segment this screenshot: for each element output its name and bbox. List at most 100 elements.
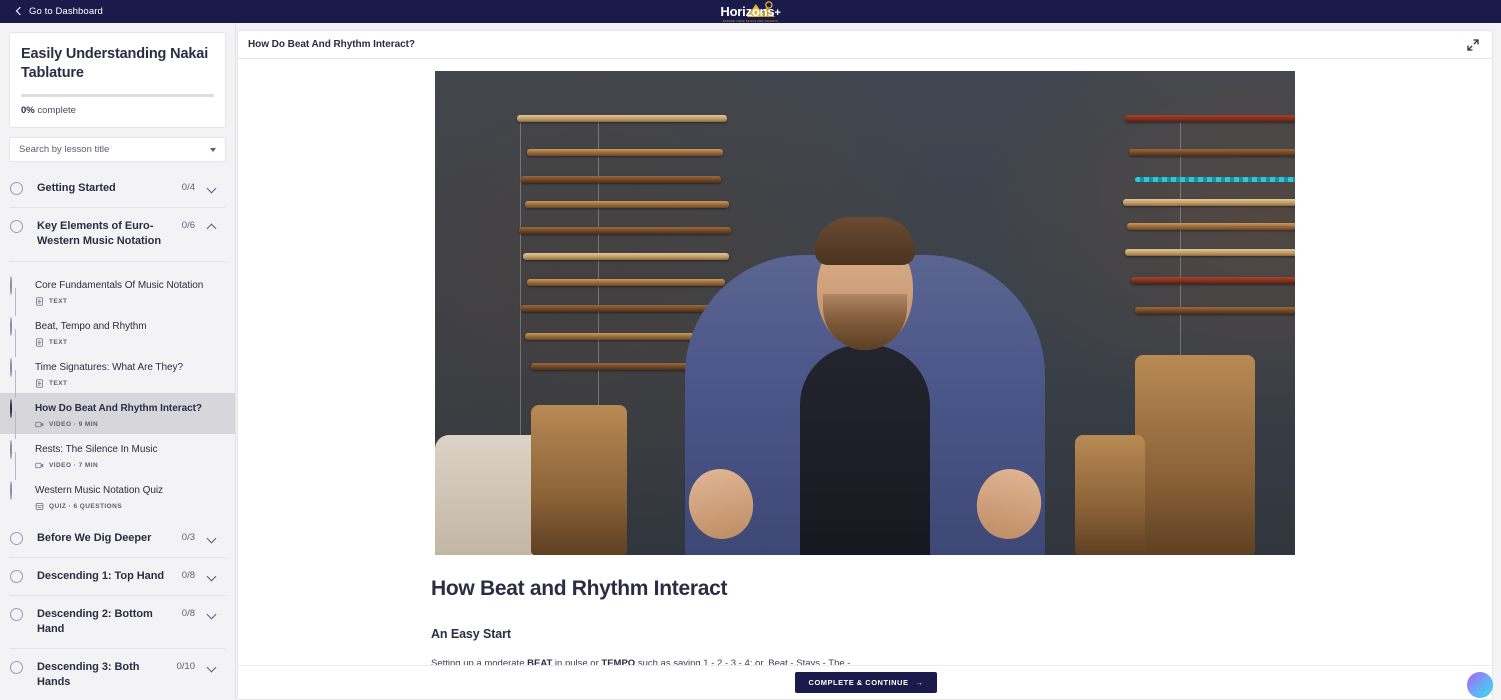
progress-percent: 0%: [21, 105, 35, 117]
flute: [527, 149, 723, 156]
complete-and-continue-button[interactable]: COMPLETE & CONTINUE →: [794, 672, 938, 693]
lesson-status-circle: [10, 398, 12, 418]
lesson-list-1: Core Fundamentals Of Music Notation TEXT B…: [0, 262, 235, 520]
go-to-dashboard-link[interactable]: Go to Dashboard: [14, 6, 103, 17]
chevron-left-icon: [14, 7, 23, 16]
lesson-item[interactable]: Western Music Notation Quiz QUIZ · 6 QUES…: [0, 475, 235, 516]
section-header-1[interactable]: Key Elements of Euro-Western Music Notat…: [9, 208, 226, 262]
lesson-header-bar: How Do Beat And Rhythm Interact?: [238, 31, 1492, 59]
lesson-status-circle: [10, 357, 12, 377]
chevron-up-icon[interactable]: [207, 221, 217, 231]
section-progress-circle: [10, 661, 23, 675]
flute: [1125, 115, 1295, 122]
course-progress-card: Easily Understanding Nakai Tablature 0% …: [9, 32, 226, 129]
chevron-down-icon[interactable]: [207, 571, 217, 581]
text-document-icon: [35, 378, 44, 388]
section-count: 0/10: [176, 661, 196, 673]
section-list: Getting Started 0/4 Key Elements of Euro-W…: [0, 170, 235, 700]
flute: [525, 201, 729, 208]
lesson-bullet: [10, 357, 21, 398]
course-sidebar: Easily Understanding Nakai Tablature 0% …: [0, 23, 236, 700]
lesson-item[interactable]: Time Signatures: What Are They? TEXT: [0, 352, 235, 398]
brand-logo[interactable]: Horizons+ EXPAND YOUR SKILLS AND TALENTS: [720, 0, 781, 23]
lesson-status-circle: [10, 275, 12, 295]
beaded-strand: [1135, 177, 1295, 182]
lesson-bullet: [10, 439, 21, 480]
lesson-status-circle: [10, 316, 12, 336]
section-header-2[interactable]: Before We Dig Deeper 0/3: [9, 520, 226, 558]
lesson-body: Western Music Notation Quiz QUIZ · 6 QUES…: [35, 480, 163, 511]
lesson-meta: TEXT: [35, 378, 183, 388]
lesson-bullet: [10, 398, 21, 439]
section-header-5[interactable]: Descending 3: Both Hands 0/10: [9, 649, 226, 700]
search-input[interactable]: Search by lesson title: [9, 137, 226, 163]
section-title: Getting Started: [37, 182, 116, 195]
section-count: 0/6: [181, 220, 195, 232]
progress-label: 0% complete: [21, 105, 214, 116]
flute: [521, 176, 721, 183]
lesson-meta: QUIZ · 6 QUESTIONS: [35, 502, 163, 511]
lesson-meta-text: TEXT: [49, 297, 68, 305]
lesson-connector-line: [15, 328, 16, 357]
main-content: How Do Beat And Rhythm Interact? How Bea…: [236, 23, 1501, 700]
quiz-icon: [35, 502, 44, 511]
section-progress-circle: [10, 607, 23, 621]
lesson-meta-text: QUIZ · 6 QUESTIONS: [49, 502, 123, 510]
flute: [1123, 199, 1295, 206]
chevron-down-icon[interactable]: [207, 533, 217, 543]
instructor-hair: [815, 217, 915, 265]
caret-down-icon: [210, 147, 216, 152]
lesson-status-circle: [10, 480, 12, 500]
video-container: [238, 59, 1492, 555]
lesson-body: Time Signatures: What Are They? TEXT: [35, 357, 183, 388]
progress-bar-track: [21, 94, 214, 98]
chat-bubble-icon[interactable]: [1467, 672, 1493, 698]
section-progress-circle: [10, 531, 23, 545]
lesson-video-player[interactable]: [435, 71, 1295, 555]
section-header-3[interactable]: Descending 1: Top Hand 0/8: [9, 558, 226, 596]
lesson-item[interactable]: Core Fundamentals Of Music Notation TEXT: [0, 270, 235, 316]
section-title: Before We Dig Deeper: [37, 531, 152, 544]
course-title: Easily Understanding Nakai Tablature: [21, 46, 209, 81]
chevron-down-icon[interactable]: [207, 662, 217, 672]
lesson-meta: VIDEO · 7 MIN: [35, 461, 157, 470]
lesson-header-title: How Do Beat And Rhythm Interact?: [248, 39, 415, 50]
lesson-meta-text: VIDEO · 9 MIN: [49, 420, 99, 428]
instructor-figure: [435, 217, 1295, 555]
lesson-content-card: How Do Beat And Rhythm Interact? How Bea…: [237, 30, 1493, 700]
lesson-bullet: [10, 480, 21, 500]
lesson-title: Core Fundamentals Of Music Notation: [35, 279, 204, 291]
lesson-title: Time Signatures: What Are They?: [35, 361, 183, 373]
section-header-4[interactable]: Descending 2: Bottom Hand 0/8: [9, 596, 226, 650]
instructor-shirt: [800, 345, 930, 555]
lesson-connector-line: [15, 287, 16, 316]
lesson-article: How Beat and Rhythm Interact An Easy Sta…: [238, 555, 1492, 672]
search-placeholder: Search by lesson title: [19, 144, 110, 156]
chevron-down-icon[interactable]: [207, 609, 217, 619]
chevron-down-icon[interactable]: [207, 183, 217, 193]
flute: [1129, 149, 1295, 156]
section-title: Descending 3: Both Hands: [37, 661, 140, 689]
lesson-item[interactable]: How Do Beat And Rhythm Interact? VIDEO · …: [0, 392, 235, 439]
lesson-bullet: [10, 316, 21, 357]
section-header-0[interactable]: Getting Started 0/4: [9, 170, 226, 209]
lesson-item[interactable]: Rests: The Silence In Music VIDEO · 7 MIN: [0, 434, 235, 480]
article-subheading: An Easy Start: [431, 627, 511, 641]
section-count: 0/3: [181, 531, 195, 543]
lesson-meta-text: TEXT: [49, 338, 68, 346]
top-navbar: Go to Dashboard Horizons+ EXPAND YOUR SK…: [0, 0, 1501, 23]
lesson-body: Core Fundamentals Of Music Notation TEXT: [35, 275, 203, 306]
expand-fullscreen-icon[interactable]: [1466, 38, 1480, 52]
flute: [517, 115, 727, 122]
section-progress-circle: [10, 182, 23, 196]
lesson-title: Beat, Tempo and Rhythm: [35, 320, 147, 332]
brand-name: Horizons+: [720, 4, 781, 19]
go-to-dashboard-label: Go to Dashboard: [29, 6, 103, 17]
lesson-title: Western Music Notation Quiz: [35, 484, 163, 496]
text-document-icon: [35, 296, 44, 306]
lesson-meta: VIDEO · 9 MIN: [35, 420, 202, 429]
lesson-status-circle: [10, 439, 12, 459]
lesson-item[interactable]: Beat, Tempo and Rhythm TEXT: [0, 311, 235, 357]
lesson-meta-text: VIDEO · 7 MIN: [49, 461, 99, 469]
lesson-body: Beat, Tempo and Rhythm TEXT: [35, 316, 147, 347]
